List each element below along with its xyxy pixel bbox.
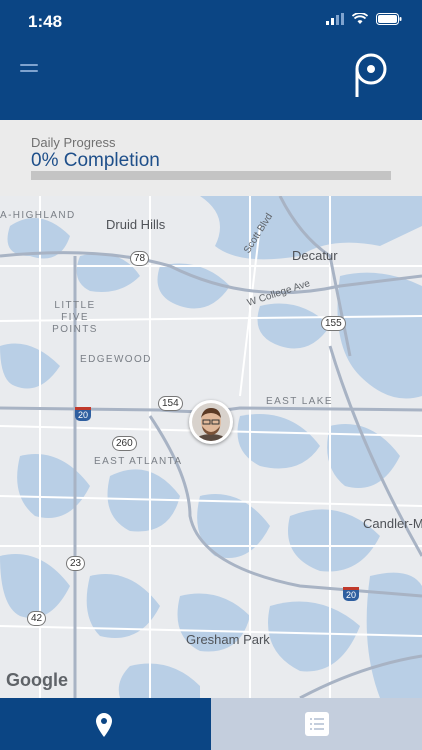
tab-bar [0, 698, 422, 750]
google-attribution: Google [6, 670, 68, 690]
daily-progress-panel: Daily Progress 0% Completion [0, 120, 422, 196]
route-shield-154: 154 [158, 396, 183, 411]
map-label-edgewood: EDGEWOOD [80, 354, 152, 365]
map-label-little-five-points: LITTLE FIVE POINTS [52, 300, 98, 335]
app-header: 1:48 [0, 0, 422, 120]
route-shield-260: 260 [112, 436, 137, 451]
interstate-shield-20-west: 20 [75, 407, 92, 421]
map-background [0, 196, 422, 698]
user-location-avatar[interactable] [189, 400, 233, 444]
map-pin-icon [96, 713, 112, 737]
route-shield-42: 42 [27, 611, 47, 626]
progress-value: 0% Completion [31, 150, 160, 171]
tab-list[interactable] [211, 698, 422, 750]
wifi-icon [352, 13, 368, 24]
battery-icon [376, 13, 402, 25]
map-view[interactable]: A-HIGHLAND Druid Hills Scott Blvd Decatu… [0, 196, 422, 698]
list-icon [305, 712, 329, 736]
tab-map[interactable] [0, 698, 211, 750]
interstate-shield-20-east: 20 [343, 587, 360, 601]
map-label-east-lake: EAST LAKE [266, 396, 333, 407]
progress-label: Daily Progress [31, 135, 116, 150]
route-shield-155: 155 [321, 316, 346, 331]
map-label-gresham-park: Gresham Park [186, 632, 270, 647]
map-label-highland: A-HIGHLAND [0, 210, 76, 221]
signal-icon [326, 13, 344, 25]
progress-bar [31, 171, 391, 180]
route-shield-78: 78 [130, 251, 150, 266]
status-icons [326, 13, 402, 25]
map-label-druid-hills: Druid Hills [106, 217, 166, 232]
menu-icon[interactable] [20, 64, 38, 76]
map-label-candler: Candler-M [363, 516, 422, 531]
map-label-east-atlanta: EAST ATLANTA [94, 456, 183, 467]
status-time: 1:48 [28, 12, 63, 31]
user-avatar-icon [192, 403, 230, 441]
map-label-decatur: Decatur [292, 248, 338, 263]
route-shield-23: 23 [66, 556, 86, 571]
app-logo [355, 53, 387, 97]
